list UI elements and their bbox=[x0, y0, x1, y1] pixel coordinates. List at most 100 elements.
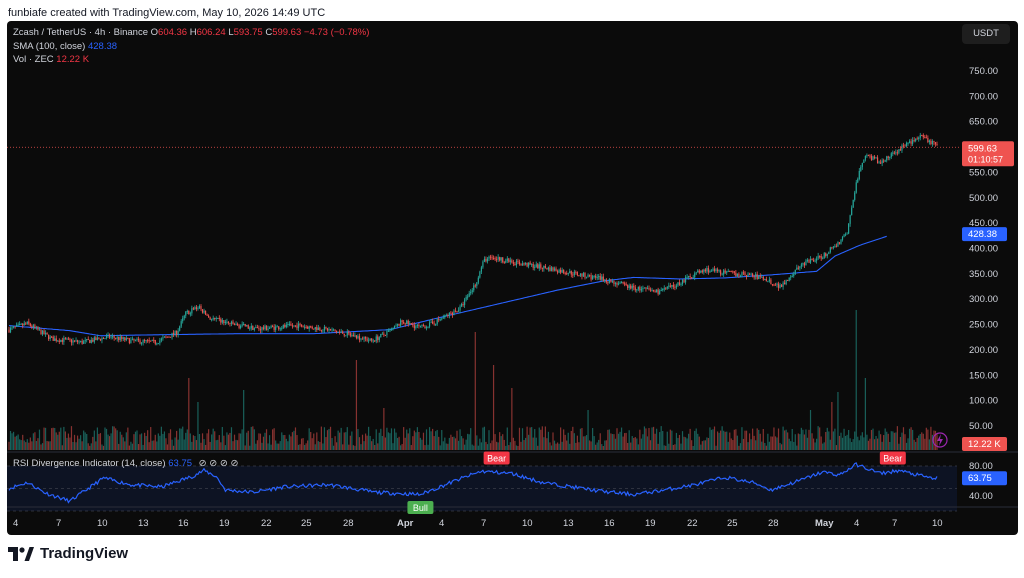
candle-body bbox=[112, 336, 114, 338]
volume-bar bbox=[433, 436, 435, 450]
volume-bar bbox=[851, 442, 853, 450]
countdown-label: 01:10:57 bbox=[968, 154, 1003, 164]
candle-body bbox=[445, 315, 447, 317]
volume-bar bbox=[569, 443, 571, 450]
candle-body bbox=[773, 284, 775, 286]
candle-body bbox=[418, 324, 420, 327]
rsi-tick-label: 40.00 bbox=[969, 491, 993, 502]
candle-body bbox=[531, 264, 533, 266]
candle-body bbox=[575, 271, 577, 273]
volume-bar bbox=[87, 443, 89, 450]
volume-bar bbox=[137, 443, 140, 450]
volume-bar bbox=[748, 433, 751, 450]
volume-bar bbox=[343, 432, 345, 450]
volume-bar bbox=[779, 442, 781, 450]
volume-bar bbox=[735, 429, 737, 450]
volume-bar bbox=[852, 439, 854, 450]
candle-body bbox=[799, 266, 801, 269]
candle-body bbox=[378, 337, 380, 340]
volume-bar bbox=[253, 429, 255, 450]
time-tick-label: 13 bbox=[138, 518, 149, 529]
candle-body bbox=[486, 258, 489, 262]
candle-body bbox=[473, 285, 475, 291]
volume-bar bbox=[406, 429, 408, 450]
candle-body bbox=[681, 279, 684, 285]
candle-body bbox=[855, 182, 857, 193]
candle-body bbox=[276, 326, 278, 328]
candle-body bbox=[456, 311, 458, 313]
candle-body bbox=[76, 340, 79, 343]
volume-bar bbox=[820, 436, 822, 450]
volume-bar bbox=[866, 434, 868, 450]
volume-bar bbox=[535, 437, 537, 450]
volume-bar bbox=[739, 443, 742, 450]
candle-body bbox=[410, 322, 412, 324]
volume-bar bbox=[684, 437, 687, 450]
candle-body bbox=[790, 276, 792, 278]
volume-bar bbox=[22, 434, 24, 450]
volume-bar bbox=[169, 429, 172, 450]
volume-legend[interactable]: Vol · ZEC 12.22 K bbox=[13, 54, 89, 65]
candle-body bbox=[8, 329, 10, 333]
candle-body bbox=[803, 263, 806, 266]
volume-bar bbox=[223, 435, 225, 450]
candle-body bbox=[540, 264, 542, 268]
volume-bar bbox=[726, 431, 728, 450]
volume-bar bbox=[29, 437, 31, 450]
candle-body bbox=[252, 325, 254, 330]
volume-bar bbox=[265, 429, 268, 450]
chart-panel[interactable]: BearBullBear 750.00700.00650.00600.00550… bbox=[7, 21, 1018, 535]
candle-body bbox=[244, 324, 246, 327]
candle-body bbox=[553, 268, 556, 271]
candle-body bbox=[779, 284, 781, 288]
rsi-legend[interactable]: RSI Divergence Indicator (14, close) 63.… bbox=[13, 458, 238, 469]
candle-body bbox=[61, 339, 63, 342]
tradingview-logo[interactable]: TradingView bbox=[8, 545, 128, 562]
candle-body bbox=[665, 288, 667, 290]
volume-bar bbox=[639, 429, 641, 450]
volume-bar bbox=[148, 442, 150, 450]
volume-bar bbox=[250, 426, 252, 450]
sma-value: 428.38 bbox=[87, 41, 118, 52]
candle-body bbox=[861, 162, 863, 167]
currency-button[interactable]: USDT bbox=[962, 24, 1010, 44]
candle-body bbox=[72, 340, 74, 343]
volume-bar bbox=[307, 440, 309, 450]
sma-legend[interactable]: SMA (100, close) 428.38 bbox=[13, 41, 117, 52]
candle-body bbox=[186, 310, 188, 312]
candle-body bbox=[166, 336, 169, 338]
volume-bar bbox=[390, 428, 393, 450]
candle-body bbox=[528, 262, 530, 267]
candle-body bbox=[160, 338, 162, 341]
volume-bar bbox=[657, 443, 659, 450]
volume-bar bbox=[331, 437, 333, 450]
candle-body bbox=[262, 327, 265, 330]
volume-bar bbox=[243, 390, 245, 450]
volume-bar bbox=[814, 442, 816, 450]
candle-body bbox=[875, 157, 877, 159]
symbol-legend[interactable]: Zcash / TetherUS · 4h · Binance O604.36 … bbox=[13, 27, 369, 38]
candle-body bbox=[496, 259, 498, 261]
volume-bar bbox=[26, 439, 28, 450]
volume-bar bbox=[604, 440, 606, 450]
candle-body bbox=[636, 289, 638, 291]
volume-bar bbox=[502, 434, 504, 450]
candle-body bbox=[716, 269, 719, 271]
candle-body bbox=[432, 321, 434, 324]
volume-bar bbox=[380, 428, 382, 450]
candle-body bbox=[610, 279, 612, 283]
candle-body bbox=[113, 336, 115, 338]
candle-body bbox=[474, 285, 476, 287]
volume-bar bbox=[563, 429, 565, 450]
candle-body bbox=[38, 329, 41, 331]
volume-bar bbox=[166, 444, 169, 450]
volume-bar bbox=[823, 442, 825, 450]
candle-body bbox=[57, 340, 59, 342]
volume-bar bbox=[384, 437, 386, 450]
volume-bar bbox=[767, 433, 769, 450]
volume-bar bbox=[808, 429, 810, 450]
candle-body bbox=[535, 264, 537, 267]
candle-body bbox=[820, 256, 822, 259]
volume-bar bbox=[142, 444, 144, 450]
candle-body bbox=[304, 326, 306, 328]
